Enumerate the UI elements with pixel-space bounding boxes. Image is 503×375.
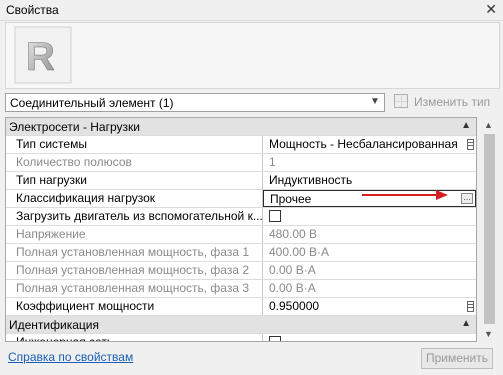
type-selector[interactable]: Соединительный элемент (1) ▼: [5, 93, 385, 112]
collapse-icon[interactable]: ▲: [461, 318, 471, 329]
scroll-thumb[interactable]: [484, 134, 495, 324]
property-value[interactable]: 0.950000: [263, 298, 476, 315]
property-value[interactable]: Мощность - Несбалансированная: [263, 136, 476, 153]
property-name: Загрузить двигатель из вспомогательной к…: [6, 208, 263, 225]
property-value: 480.00 В: [269, 227, 318, 241]
element-preview: R: [5, 22, 500, 89]
title-bar: Свойства ✕: [0, 0, 503, 21]
vertical-scrollbar[interactable]: ▲ ▼: [481, 117, 498, 342]
property-name: Напряжение: [6, 226, 263, 243]
footer: Справка по свойствам Применить: [0, 346, 503, 375]
utility-checkbox[interactable]: [269, 336, 281, 341]
property-name: Тип нагрузки: [6, 172, 263, 189]
group-header-identification[interactable]: Идентификация ▲: [6, 316, 476, 334]
property-name: Полная установленная мощность, фаза 1: [6, 244, 263, 261]
property-row-system-type[interactable]: Тип системы Мощность - Несбалансированна…: [6, 136, 476, 154]
revit-logo-icon: R: [14, 26, 72, 84]
property-row-utility[interactable]: Инженерная сеть: [6, 334, 476, 341]
property-row-motor-load[interactable]: Загрузить двигатель из вспомогательной к…: [6, 208, 476, 226]
property-value[interactable]: [263, 334, 476, 341]
scroll-down-icon[interactable]: ▼: [484, 329, 493, 339]
collapse-icon[interactable]: ▲: [461, 120, 471, 131]
ellipsis-button[interactable]: …: [461, 193, 473, 204]
motor-load-checkbox[interactable]: [269, 210, 281, 222]
group-label: Электросети - Нагрузки: [9, 120, 140, 134]
property-value: 1: [269, 155, 276, 169]
property-value-text: Прочее: [270, 192, 312, 206]
property-row-voltage: Напряжение 480.00 В: [6, 226, 476, 244]
edit-type-icon: [394, 94, 408, 108]
type-bar: Соединительный элемент (1) ▼ Изменить ти…: [5, 93, 498, 113]
logo-letter: R: [26, 35, 55, 79]
property-value[interactable]: [263, 208, 476, 225]
property-name: Тип системы: [6, 136, 263, 153]
close-icon[interactable]: ✕: [485, 1, 497, 18]
apply-button[interactable]: Применить: [421, 348, 493, 369]
type-selector-value: Соединительный элемент (1): [10, 96, 174, 110]
chevron-down-icon[interactable]: ▼: [368, 95, 382, 109]
property-name: Инженерная сеть: [6, 334, 263, 341]
edit-list-icon[interactable]: [467, 139, 474, 150]
property-name: Коэффициент мощности: [6, 298, 263, 315]
property-value: 0.00 В·А: [269, 281, 316, 295]
property-row-apparent-load-phase-1: Полная установленная мощность, фаза 1 40…: [6, 244, 476, 262]
property-value: 400.00 В·А: [269, 245, 330, 259]
property-row-pole-count: Количество полюсов 1: [6, 154, 476, 172]
group-label: Идентификация: [9, 318, 99, 332]
property-name: Классификация нагрузок: [6, 190, 263, 207]
group-header-electrical-loads[interactable]: Электросети - Нагрузки ▲: [6, 118, 476, 136]
edit-type-label: Изменить тип: [414, 95, 491, 109]
property-value-text: 0.950000: [269, 299, 320, 313]
scroll-up-icon[interactable]: ▲: [484, 120, 493, 130]
edit-type-button[interactable]: Изменить тип: [392, 93, 498, 112]
edit-list-icon[interactable]: [467, 301, 474, 312]
property-name: Количество полюсов: [6, 154, 263, 171]
window-title: Свойства: [6, 3, 59, 17]
properties-help-link[interactable]: Справка по свойствам: [8, 350, 133, 364]
property-value: 0.00 В·А: [269, 263, 316, 277]
property-name: Полная установленная мощность, фаза 3: [6, 280, 263, 297]
property-row-apparent-load-phase-3: Полная установленная мощность, фаза 3 0.…: [6, 280, 476, 298]
property-name: Полная установленная мощность, фаза 2: [6, 262, 263, 279]
property-row-apparent-load-phase-2: Полная установленная мощность, фаза 2 0.…: [6, 262, 476, 280]
property-row-power-factor[interactable]: Коэффициент мощности 0.950000: [6, 298, 476, 316]
property-value[interactable]: Индуктивность: [263, 172, 476, 189]
property-value-text: Мощность - Несбалансированная: [269, 137, 458, 151]
red-arrow-annotation: [362, 190, 448, 200]
properties-grid: Электросети - Нагрузки ▲ Тип системы Мощ…: [5, 117, 477, 342]
